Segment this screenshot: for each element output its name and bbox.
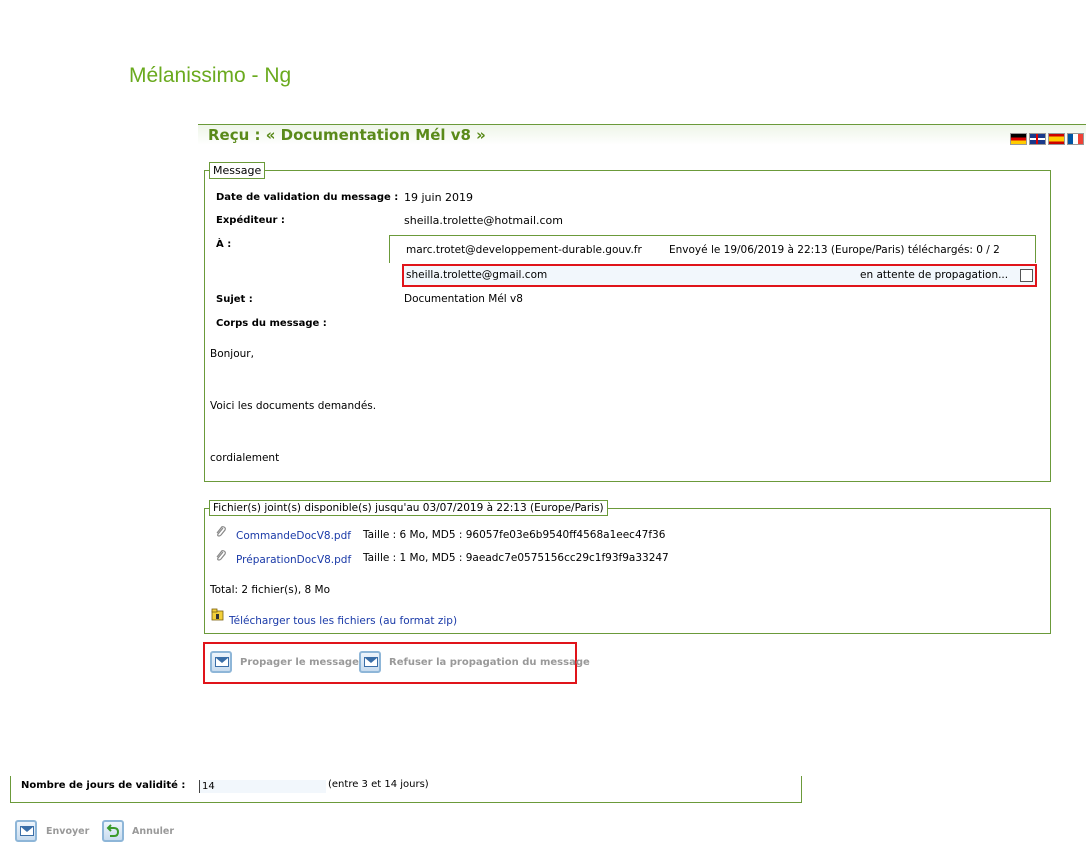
file-link[interactable]: CommandeDocV8.pdf bbox=[236, 530, 351, 542]
app-title: Mélanissimo - Ng bbox=[129, 64, 292, 87]
flag-es-icon[interactable] bbox=[1048, 133, 1065, 145]
date-label: Date de validation du message : bbox=[216, 192, 399, 203]
propagate-button[interactable]: Propager le message bbox=[240, 657, 359, 668]
page-title: Reçu : « Documentation Mél v8 » bbox=[208, 126, 486, 144]
body-line: Bonjour, bbox=[210, 348, 254, 360]
sender-value: sheilla.trolette@hotmail.com bbox=[404, 214, 563, 227]
subject-value: Documentation Mél v8 bbox=[404, 293, 523, 305]
paperclip-icon bbox=[214, 549, 228, 563]
recipients-box: marc.trotet@developpement-durable.gouv.f… bbox=[389, 235, 1036, 263]
to-label: À : bbox=[216, 239, 232, 250]
files-total: Total: 2 fichier(s), 8 Mo bbox=[210, 584, 330, 596]
flag-de-icon[interactable] bbox=[1010, 133, 1027, 145]
recipient-status: Envoyé le 19/06/2019 à 22:13 (Europe/Par… bbox=[669, 244, 1000, 256]
file-info: Taille : 1 Mo, MD5 : 9aeadc7e0575156cc29… bbox=[363, 552, 669, 564]
propagation-checkbox[interactable] bbox=[1020, 269, 1033, 282]
sender-label: Expéditeur : bbox=[216, 215, 285, 226]
zip-folder-icon[interactable] bbox=[211, 608, 225, 622]
body-label: Corps du message : bbox=[216, 318, 327, 329]
subject-label: Sujet : bbox=[216, 294, 253, 305]
language-flags bbox=[1010, 133, 1084, 145]
cancel-icon[interactable] bbox=[102, 820, 124, 842]
refuse-icon[interactable] bbox=[359, 651, 381, 673]
send-icon[interactable] bbox=[15, 820, 37, 842]
recipient-email: marc.trotet@developpement-durable.gouv.f… bbox=[406, 244, 642, 256]
flag-fr-icon[interactable] bbox=[1067, 133, 1084, 145]
validity-days-input[interactable]: 14 bbox=[199, 780, 326, 793]
validity-hint: (entre 3 et 14 jours) bbox=[328, 779, 429, 790]
refuse-button[interactable]: Refuser la propagation du message bbox=[389, 657, 590, 668]
recipient-status: en attente de propagation... bbox=[860, 269, 1009, 281]
body-line: cordialement bbox=[210, 452, 280, 464]
paperclip-icon bbox=[214, 525, 228, 539]
recipient-email: sheilla.trolette@gmail.com bbox=[406, 269, 548, 281]
file-info: Taille : 6 Mo, MD5 : 96057fe03e6b9540ff4… bbox=[363, 529, 666, 541]
validity-label: Nombre de jours de validité : bbox=[21, 780, 186, 791]
cancel-button[interactable]: Annuler bbox=[132, 826, 174, 837]
body-line: Voici les documents demandés. bbox=[210, 400, 377, 412]
message-legend: Message bbox=[209, 162, 266, 179]
files-legend: Fichier(s) joint(s) disponible(s) jusqu'… bbox=[209, 500, 608, 516]
message-fieldset bbox=[204, 170, 1051, 482]
date-value: 19 juin 2019 bbox=[404, 191, 474, 204]
recipient-row-pending: sheilla.trolette@gmail.com en attente de… bbox=[402, 264, 1037, 287]
propagate-icon[interactable] bbox=[210, 651, 232, 673]
flag-gb-icon[interactable] bbox=[1029, 133, 1046, 145]
page-header: Reçu : « Documentation Mél v8 » bbox=[198, 124, 1086, 145]
download-all-link[interactable]: Télécharger tous les fichiers (au format… bbox=[229, 615, 457, 627]
file-link[interactable]: PréparationDocV8.pdf bbox=[236, 554, 351, 566]
send-button[interactable]: Envoyer bbox=[46, 826, 89, 837]
